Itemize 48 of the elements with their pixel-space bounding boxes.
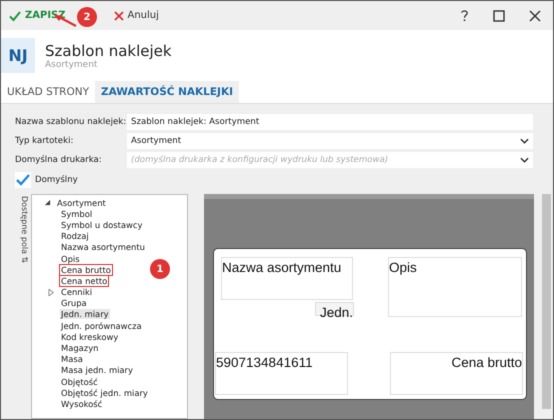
field-label: Typ kartoteki: [15, 136, 74, 146]
chevron-down-icon [520, 157, 529, 163]
tree-item[interactable]: Objętość jedn. miary [60, 388, 149, 398]
scrollbar[interactable] [542, 194, 551, 409]
step-badge: 1 [150, 259, 170, 279]
window-title: Szablon naklejek [45, 42, 172, 60]
tree-item[interactable]: Objętość [60, 376, 99, 387]
cancel-button[interactable]: Anuluj [112, 8, 161, 23]
tree-item[interactable]: Rodzaj [60, 231, 90, 242]
close-icon [114, 10, 124, 20]
panel-title: Dostępne pola ⇅ [19, 195, 29, 266]
tree-item[interactable]: Masa jedn. miary [60, 365, 134, 376]
tree-item[interactable]: Wysokość [60, 398, 104, 409]
checkbox[interactable] [15, 172, 31, 188]
window-subtitle: Asortyment [45, 60, 98, 70]
tree-item[interactable]: Asortyment [56, 198, 107, 208]
tree-item[interactable]: Kod kreskowy [60, 332, 120, 342]
tree-item[interactable]: Masa [60, 354, 84, 364]
input-field[interactable]: Szablon naklejek: Asortyment [127, 114, 533, 130]
dropdown-field[interactable]: Asortyment [127, 133, 533, 149]
tree-item[interactable]: Opis [60, 254, 81, 264]
field-label: Domyślna drukarka: [15, 155, 103, 165]
field-label: Nazwa szablonu naklejek: [15, 117, 127, 127]
tree-item[interactable]: Jedn. miary [60, 309, 110, 320]
maximize-icon[interactable] [493, 10, 505, 22]
label-field[interactable]: Cena brutto [390, 352, 523, 395]
tree-item[interactable]: Grupa [60, 298, 88, 308]
tree-item[interactable]: Symbol u dostawcy [60, 220, 144, 230]
expanded-triangle-icon[interactable] [44, 199, 51, 206]
tree-item[interactable]: Nazwa asortymentu [60, 242, 146, 252]
tree-item[interactable]: Cena netto [60, 276, 108, 286]
tab[interactable]: ZAWARTOŚĆ NAKLEJKI [95, 81, 239, 103]
checkmark-icon [9, 10, 21, 22]
tree-item[interactable]: Jedn. porównawcza [60, 320, 143, 331]
label-field[interactable]: Jedn. [315, 302, 354, 316]
tree-item[interactable]: Cena brutto [60, 264, 112, 275]
label-field[interactable]: Opis [388, 257, 522, 317]
label-field[interactable]: 5907134841611 [215, 352, 348, 395]
tree-item[interactable]: Cenniki [60, 287, 94, 298]
chevron-down-icon [520, 138, 529, 144]
help-icon[interactable] [460, 9, 469, 22]
tree-item[interactable]: Symbol [60, 208, 94, 219]
initials-avatar: NJ [1, 38, 35, 73]
tree-item[interactable]: Magazyn [60, 343, 100, 354]
close-icon[interactable] [529, 10, 541, 22]
collapsed-triangle-icon[interactable] [48, 288, 55, 296]
checkbox-label: Domyślny [35, 175, 78, 185]
label-field[interactable]: Nazwa asortymentu [221, 257, 353, 300]
